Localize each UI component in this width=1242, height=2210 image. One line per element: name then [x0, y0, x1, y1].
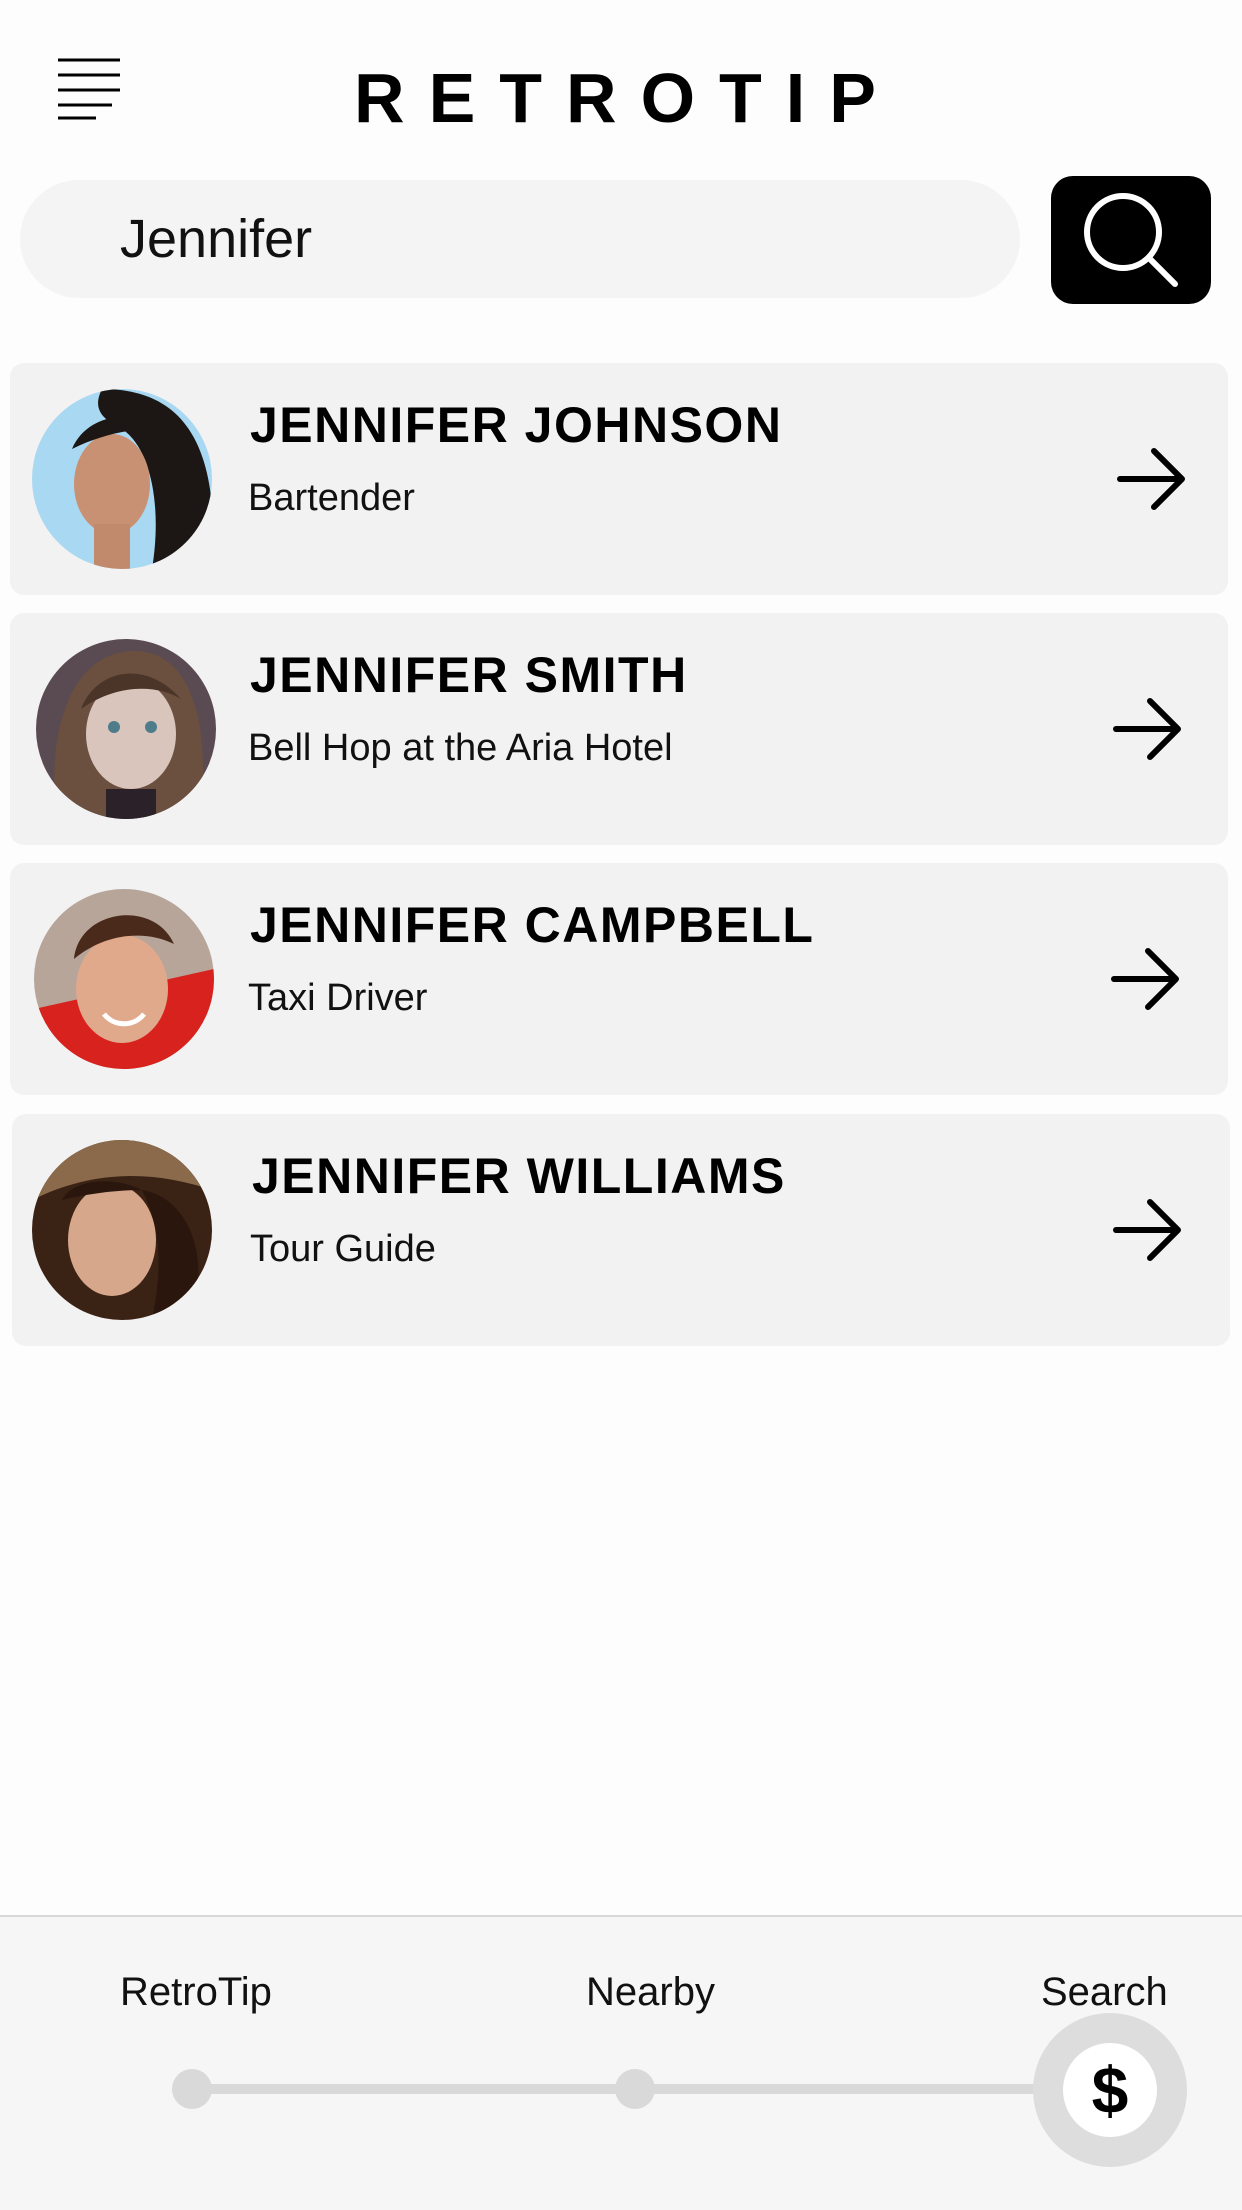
nav-item-nearby[interactable]: Nearby	[586, 1967, 715, 2017]
person-role: Taxi Driver	[248, 977, 428, 1019]
person-role: Bell Hop at the Aria Hotel	[248, 727, 673, 769]
nav-item-retrotip[interactable]: RetroTip	[120, 1967, 272, 2017]
nav-item-search[interactable]: Search	[1041, 1967, 1168, 2017]
person-name: JENNIFER SMITH	[250, 647, 688, 703]
search-input[interactable]	[20, 180, 1020, 298]
list-item[interactable]: JENNIFER JOHNSON Bartender	[10, 363, 1228, 595]
arrow-right-icon[interactable]	[1112, 695, 1184, 763]
search-button[interactable]	[1051, 176, 1211, 304]
nav-stop-retrotip[interactable]	[172, 2069, 212, 2109]
arrow-right-icon[interactable]	[1112, 1196, 1184, 1264]
person-name: JENNIFER CAMPBELL	[250, 897, 815, 953]
person-name: JENNIFER WILLIAMS	[252, 1148, 786, 1204]
nav-stop-nearby[interactable]	[615, 2069, 655, 2109]
avatar	[36, 639, 216, 819]
app-title: RETROTIP	[354, 59, 900, 137]
arrow-right-icon[interactable]	[1110, 945, 1182, 1013]
avatar	[32, 389, 212, 569]
avatar	[32, 1140, 212, 1320]
nav-slider-handle[interactable]: $	[1033, 2013, 1187, 2167]
list-item[interactable]: JENNIFER SMITH Bell Hop at the Aria Hote…	[10, 613, 1228, 845]
search-icon	[1084, 193, 1178, 287]
person-name: JENNIFER JOHNSON	[250, 397, 783, 453]
list-item[interactable]: JENNIFER CAMPBELL Taxi Driver	[10, 863, 1228, 1095]
person-role: Bartender	[248, 477, 415, 519]
person-role: Tour Guide	[250, 1228, 436, 1270]
bottom-nav: RetroTip Nearby Search $	[0, 1915, 1242, 2210]
avatar	[34, 889, 214, 1069]
arrow-right-icon[interactable]	[1116, 445, 1188, 513]
list-item[interactable]: JENNIFER WILLIAMS Tour Guide	[12, 1114, 1230, 1346]
dollar-icon: $	[1063, 2043, 1157, 2137]
